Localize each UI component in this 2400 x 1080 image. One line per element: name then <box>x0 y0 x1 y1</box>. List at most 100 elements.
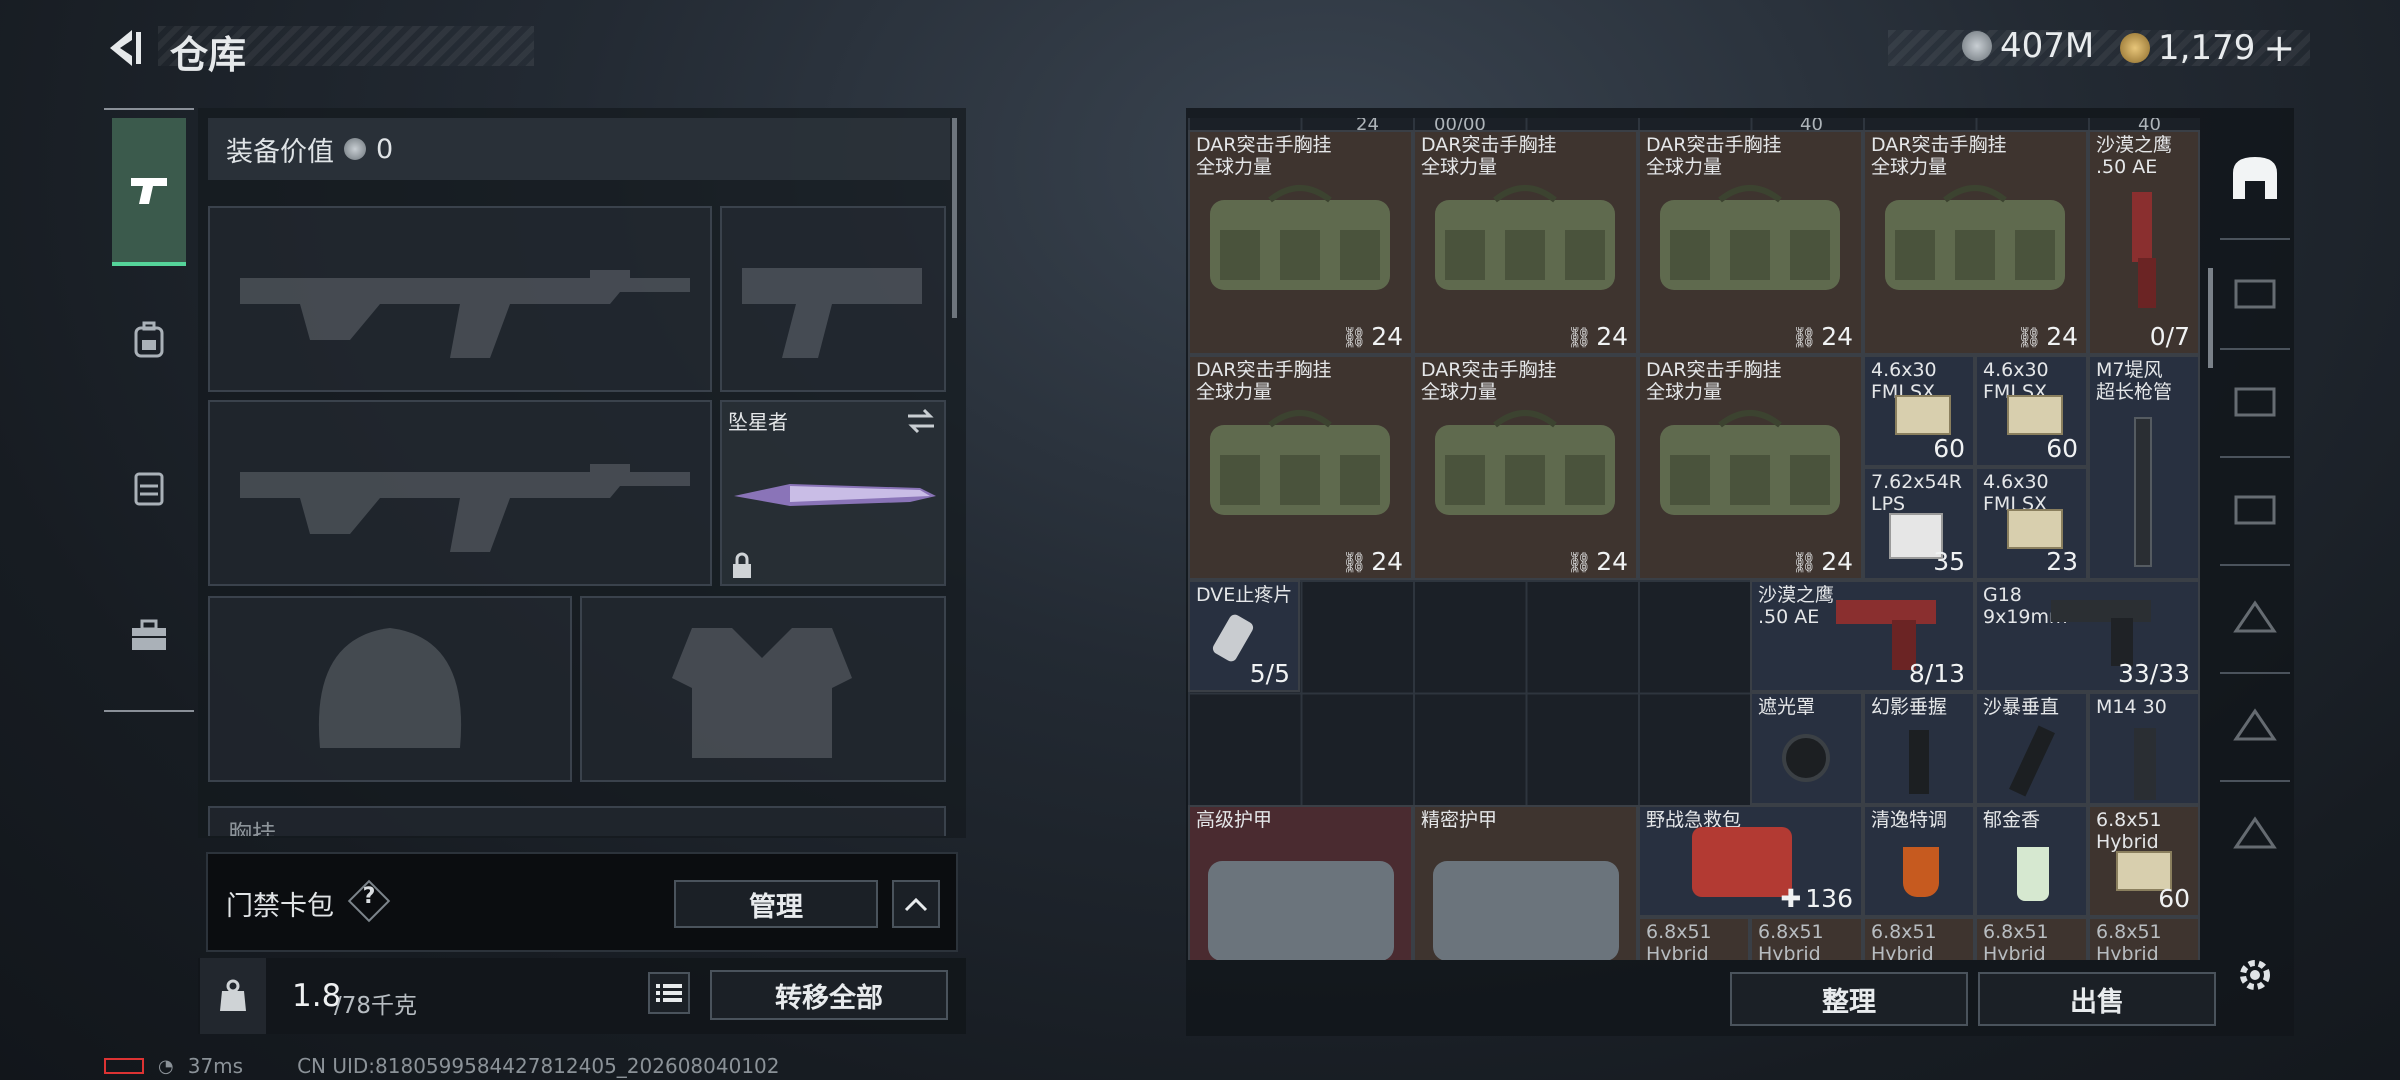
item-quantity: 60 <box>2158 884 2190 913</box>
status-bar: ◔ 37ms CN UID:8180599584427812405_202608… <box>104 1054 780 1078</box>
inventory-item[interactable]: 沙暴垂直 <box>1975 692 2088 805</box>
item-name: 精密护甲 <box>1421 809 1498 831</box>
storage-page-icon <box>2233 708 2277 741</box>
item-name: 幻影垂握 <box>1871 696 1948 718</box>
barrel-icon <box>2134 417 2152 567</box>
secondary-weapon-slot[interactable] <box>208 400 712 586</box>
inventory-item[interactable]: 郁金香 <box>1975 805 2088 917</box>
tab-toolbox[interactable] <box>112 562 186 710</box>
helmet-slot[interactable] <box>208 596 572 782</box>
inventory-item[interactable]: 4.6x30 FMJ SX 60 <box>1863 355 1975 467</box>
storage-page-5-tab[interactable] <box>2224 370 2286 432</box>
home-icon <box>2233 157 2277 199</box>
inventory-item[interactable]: 清逸特调 <box>1863 805 1975 917</box>
item-name: 沙漠之鹰 .50 AE <box>2096 134 2173 178</box>
grip-icon <box>2009 725 2055 797</box>
storage-page-4-tab[interactable] <box>2224 262 2286 324</box>
melee-slot[interactable]: 坠星者 <box>720 400 946 586</box>
sell-button[interactable]: 出售 <box>1978 972 2216 1026</box>
uid-text: CN UID:8180599584427812405_202608040102 <box>297 1054 780 1078</box>
inventory-grid: 24 00/00 40 40 DAR突击手胸挂 全球力量 ⛓ 24 DAR突击手胸挂… <box>1188 118 2200 960</box>
inventory-item[interactable]: DAR突击手胸挂 全球力量 ⛓ 24 <box>1413 355 1638 580</box>
swap-icon[interactable] <box>906 408 936 434</box>
gold-currency[interactable]: 1,179 + <box>2120 26 2295 70</box>
item-name: DAR突击手胸挂 全球力量 <box>1421 134 1557 178</box>
rifle-silhouette-icon <box>240 464 690 552</box>
item-quantity: 0/7 <box>2149 322 2190 351</box>
pistol-slot[interactable] <box>720 206 946 392</box>
inventory-item[interactable]: DVE止疼片 5/5 <box>1188 580 1300 692</box>
grip-icon <box>1909 730 1929 794</box>
item-name: DVE止疼片 <box>1196 584 1293 606</box>
inventory-item[interactable]: 4.6x30 FMJ SX 23 <box>1975 467 2088 580</box>
item-quantity: 24 <box>1596 322 1628 351</box>
inventory-item[interactable]: DAR突击手胸挂 全球力量 ⛓ 24 <box>1638 130 1863 355</box>
settings-button[interactable] <box>2224 944 2286 1006</box>
storage-page-3-tab[interactable] <box>2224 478 2286 540</box>
item-name: 6.8x51 Hybrid <box>1871 921 1937 960</box>
duffel-bag-icon <box>1660 410 1840 515</box>
storage-page-icon <box>2234 279 2276 309</box>
inventory-item[interactable]: 4.6x30 FMJ SX 60 <box>1975 355 2088 467</box>
collapse-button[interactable] <box>892 880 940 928</box>
duffel-bag-icon <box>1435 410 1615 515</box>
silver-currency: 407M <box>1962 26 2094 66</box>
inventory-item[interactable]: DAR突击手胸挂 全球力量 ⛓ 24 <box>1188 130 1413 355</box>
inventory-item[interactable]: DAR突击手胸挂 全球力量 ⛓ 24 <box>1413 130 1638 355</box>
storage-page-tab[interactable] <box>2224 802 2286 864</box>
inventory-item[interactable]: DAR突击手胸挂 全球力量 ⛓ 24 <box>1638 355 1863 580</box>
storage-page-tab[interactable] <box>2224 694 2286 756</box>
list-view-button[interactable] <box>648 972 690 1014</box>
item-name: M7堤风 超长枪管 <box>2096 359 2173 403</box>
inventory-item[interactable]: 沙漠之鹰 .50 AE 0/7 <box>2088 130 2200 355</box>
item-name: 沙漠之鹰 .50 AE <box>1758 584 1835 628</box>
inventory-item[interactable]: 6.8x51 Hybrid 60 <box>2088 805 2200 917</box>
inventory-item[interactable]: 幻影垂握 <box>1863 692 1975 805</box>
inventory-scrollbar[interactable] <box>2208 268 2213 368</box>
help-icon[interactable]: ? <box>358 884 380 909</box>
inventory-item[interactable]: M14 30 <box>2088 692 2200 805</box>
storage-page-tab[interactable] <box>2224 586 2286 648</box>
item-quantity: 24 <box>2046 322 2078 351</box>
inventory-item[interactable]: 精密护甲 <box>1413 805 1638 960</box>
primary-weapon-slot[interactable] <box>208 206 712 392</box>
storage-page-icon <box>2234 495 2276 525</box>
inventory-item[interactable]: 野战急救包 ✚ 136 <box>1638 805 1863 917</box>
manage-button[interactable]: 管理 <box>674 880 878 928</box>
inventory-item[interactable]: 6.8x51 Hybrid <box>1975 917 2088 960</box>
item-quantity: 24 <box>1821 547 1853 576</box>
transfer-all-button[interactable]: 转移全部 <box>710 970 948 1020</box>
equipment-scrollbar[interactable] <box>952 118 957 318</box>
inventory-item[interactable]: 6.8x51 Hybrid <box>1750 917 1863 960</box>
inventory-item[interactable]: 沙漠之鹰 .50 AE 8/13 <box>1750 580 1975 692</box>
weight-lock-button[interactable] <box>200 958 266 1034</box>
inventory-item[interactable]: M7堤风 超长枪管 <box>2088 355 2200 580</box>
back-button[interactable] <box>100 24 148 72</box>
tab-backpack[interactable] <box>112 266 186 414</box>
add-currency-button[interactable]: + <box>2263 26 2295 70</box>
inventory-item[interactable]: 高级护甲 <box>1188 805 1413 960</box>
sort-button[interactable]: 整理 <box>1730 972 1968 1026</box>
silver-amount: 407M <box>2000 26 2095 66</box>
storage-home-tab[interactable] <box>2224 146 2286 208</box>
inventory-item[interactable]: 7.62x54R LPS 35 <box>1863 467 1975 580</box>
armor-slot[interactable] <box>580 596 946 782</box>
inventory-item[interactable]: DAR突击手胸挂 全球力量 ⛓ 24 <box>1863 130 2088 355</box>
item-quantity: 24 <box>1371 547 1403 576</box>
item-name: 6.8x51 Hybrid <box>2096 921 2162 960</box>
inventory-footer: 整理 出售 <box>1186 958 2294 1034</box>
inventory-item[interactable]: G18 9x19mm 33/33 <box>1975 580 2200 692</box>
inventory-item[interactable]: 遮光罩 <box>1750 692 1863 805</box>
tab-weapons[interactable] <box>112 118 186 266</box>
inventory-item[interactable]: 6.8x51 Hybrid <box>1638 917 1750 960</box>
item-name: DAR突击手胸挂 全球力量 <box>1196 359 1332 403</box>
item-name: 遮光罩 <box>1758 696 1816 718</box>
inventory-item[interactable]: 6.8x51 Hybrid <box>2088 917 2200 960</box>
inventory-item[interactable]: 6.8x51 Hybrid <box>1863 917 1975 960</box>
tab-vest[interactable] <box>112 414 186 562</box>
armor-bag-icon <box>1433 861 1619 960</box>
storage-page-icon <box>2233 816 2277 849</box>
inventory-item[interactable]: DAR突击手胸挂 全球力量 ⛓ 24 <box>1188 355 1413 580</box>
item-name: 高级护甲 <box>1196 809 1273 831</box>
lock-icon <box>733 552 751 578</box>
